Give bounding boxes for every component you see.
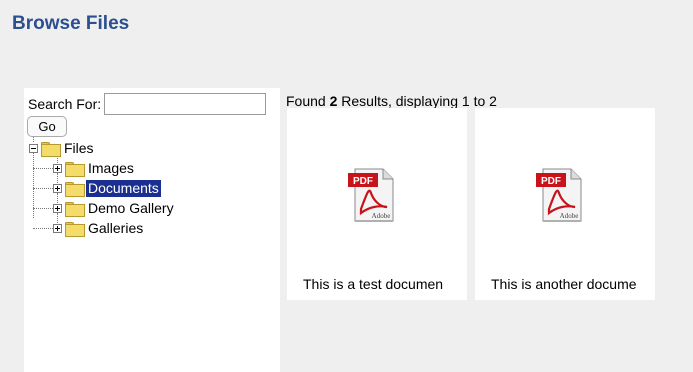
result-caption[interactable]: This is another docume xyxy=(475,276,655,292)
tree-node-label-selected[interactable]: Documents xyxy=(86,179,161,197)
result-card[interactable]: PDF Adobe This is another docume xyxy=(475,108,655,300)
expand-icon[interactable] xyxy=(53,163,62,173)
go-button[interactable]: Go xyxy=(27,116,67,137)
pdf-icon[interactable]: PDF Adobe xyxy=(347,163,395,223)
expand-icon[interactable] xyxy=(53,223,62,233)
expand-icon[interactable] xyxy=(53,183,62,193)
tree-node-documents[interactable]: Documents xyxy=(53,178,161,198)
tree-node-label[interactable]: Demo Gallery xyxy=(86,200,176,217)
tree-node-label[interactable]: Files xyxy=(62,140,96,157)
page-title: Browse Files xyxy=(12,13,130,34)
search-label: Search For: xyxy=(28,96,102,112)
tree-node-label[interactable]: Images xyxy=(86,160,136,177)
folder-icon xyxy=(65,161,85,177)
collapse-icon[interactable] xyxy=(29,143,38,153)
search-input[interactable] xyxy=(104,93,267,115)
folder-icon xyxy=(41,141,61,157)
result-caption[interactable]: This is a test documen xyxy=(287,276,467,292)
folder-tree: Files Images Documents Demo Gallery Gall… xyxy=(29,137,269,238)
svg-text:PDF: PDF xyxy=(541,176,561,187)
tree-node-label[interactable]: Galleries xyxy=(86,220,145,237)
expand-icon[interactable] xyxy=(53,203,62,213)
svg-text:PDF: PDF xyxy=(353,176,373,187)
result-card[interactable]: PDF Adobe This is a test documen xyxy=(287,108,467,300)
tree-node-galleries[interactable]: Galleries xyxy=(53,218,145,238)
folder-icon xyxy=(65,201,85,217)
tree-node-files[interactable]: Files xyxy=(29,138,96,158)
folder-icon xyxy=(65,181,85,197)
search-row: Search For: xyxy=(28,93,267,115)
folder-icon xyxy=(65,221,85,237)
tree-node-demo-gallery[interactable]: Demo Gallery xyxy=(53,198,176,218)
file-browser-panel: Search For: Go Files Images Documents De… xyxy=(24,88,280,372)
svg-text:Adobe: Adobe xyxy=(560,212,579,220)
svg-text:Adobe: Adobe xyxy=(372,212,391,220)
tree-node-images[interactable]: Images xyxy=(53,158,136,178)
pdf-icon[interactable]: PDF Adobe xyxy=(535,163,583,223)
results-summary: Found 2 Results, displaying 1 to 2 xyxy=(286,93,497,109)
